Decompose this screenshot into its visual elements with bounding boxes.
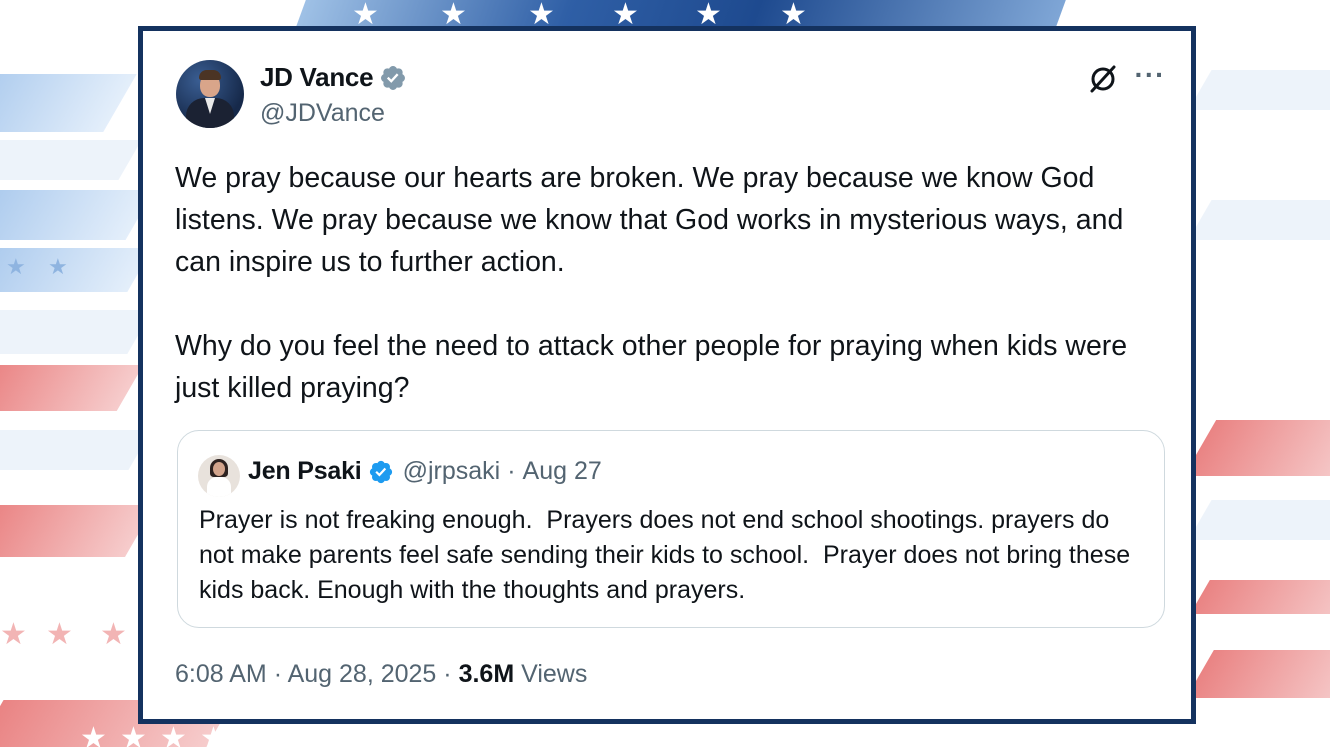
quoted-tweet-header: Jen Psaki @jrpsaki · Aug 27 xyxy=(248,457,602,486)
tweet-date[interactable]: Aug 28, 2025 xyxy=(288,660,437,688)
background-star: ★ xyxy=(80,722,107,747)
tweet-text: We pray because our hearts are broken. W… xyxy=(175,157,1175,409)
author-name-row: JD Vance xyxy=(260,62,407,93)
background-stripe xyxy=(1188,70,1330,110)
separator-dot: · xyxy=(507,457,516,485)
tweet-paragraph: We pray because our hearts are broken. W… xyxy=(175,162,1124,278)
background-stripe xyxy=(1190,580,1330,614)
background-stripe xyxy=(1183,420,1330,476)
background-star: ★ xyxy=(100,618,127,651)
quoted-author-avatar[interactable] xyxy=(198,455,240,497)
background-stripe xyxy=(0,74,137,132)
background-star: ★ xyxy=(48,254,68,279)
background-stripe xyxy=(0,310,153,354)
background-stripe xyxy=(0,430,152,470)
views-count[interactable]: 3.6M xyxy=(459,660,515,688)
author-avatar[interactable] xyxy=(176,60,244,128)
views-label: Views xyxy=(521,660,588,688)
tweet-meta: 6:08 AM · Aug 28, 2025 · 3.6M Views xyxy=(175,660,587,689)
quoted-tweet[interactable]: Jen Psaki @jrpsaki · Aug 27 Prayer is no… xyxy=(177,430,1165,628)
background-star: ★ xyxy=(200,722,227,747)
background-stripe xyxy=(0,190,155,240)
more-options-icon[interactable]: ··· xyxy=(1133,61,1167,93)
quoted-tweet-text: Prayer is not freaking enough. Prayers d… xyxy=(199,506,1138,604)
verified-badge-icon xyxy=(381,65,406,90)
background-star: ★ xyxy=(0,618,27,651)
background-star: ★ xyxy=(120,722,147,747)
background-star: ★ xyxy=(160,722,187,747)
background-stripe xyxy=(1188,500,1330,540)
quoted-author-name[interactable]: Jen Psaki xyxy=(248,457,362,486)
author-name[interactable]: JD Vance xyxy=(260,62,374,93)
background-stripe xyxy=(1186,650,1330,698)
grok-icon[interactable] xyxy=(1088,64,1118,94)
background-stripe xyxy=(0,365,144,411)
quoted-author-handle[interactable]: @jrpsaki xyxy=(403,457,501,486)
separator-dot: · xyxy=(273,660,283,688)
tweet-time[interactable]: 6:08 AM xyxy=(175,660,267,688)
tweet-card: JD Vance @JDVance ··· We pray because ou… xyxy=(138,26,1196,724)
background-stripe xyxy=(0,140,142,180)
author-handle[interactable]: @JDVance xyxy=(260,99,385,128)
background-stripe xyxy=(0,505,156,557)
quoted-tweet-date[interactable]: Aug 27 xyxy=(523,457,602,486)
verified-badge-icon xyxy=(369,460,392,483)
tweet-paragraph: Why do you feel the need to attack other… xyxy=(175,330,1128,404)
separator-dot: · xyxy=(443,660,452,688)
background-stripe xyxy=(1188,200,1330,240)
background-star: ★ xyxy=(46,618,73,651)
background-star: ★ xyxy=(6,254,26,279)
